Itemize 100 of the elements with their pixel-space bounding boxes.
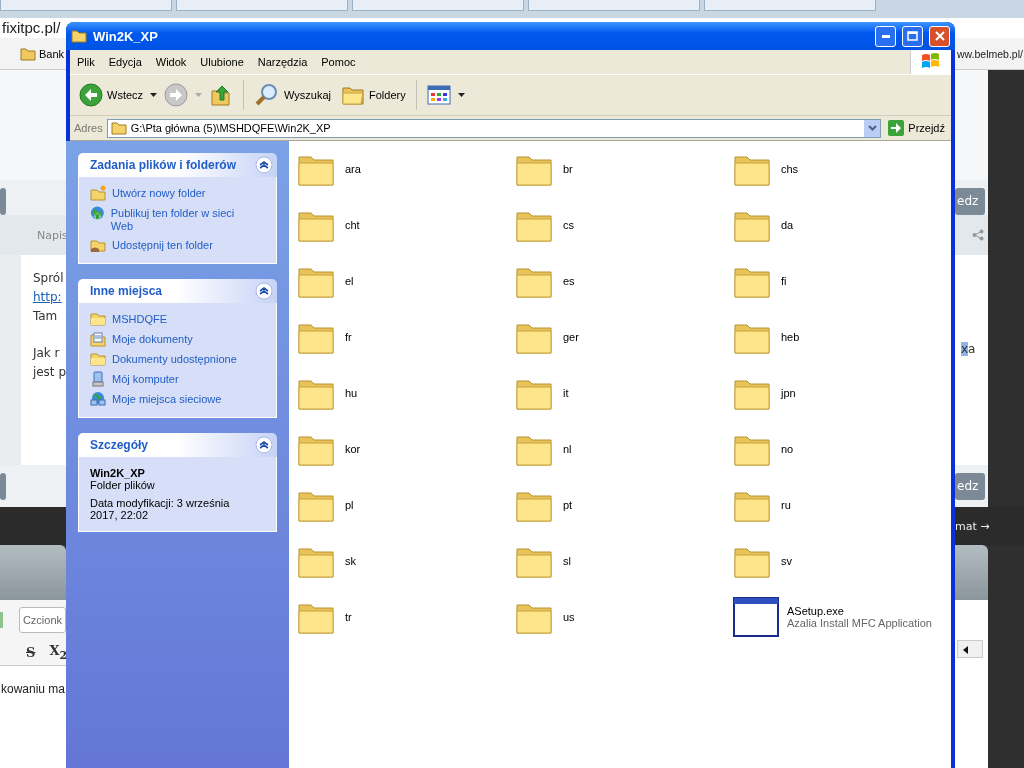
folder-name[interactable]: hu [345,387,358,399]
folder-name[interactable]: fr [345,331,352,343]
menu-item[interactable]: Widok [148,56,194,68]
address-label: Adres [74,122,103,134]
minimize-button[interactable] [875,25,896,47]
task-link[interactable]: MSHDQFE [112,311,167,326]
folder-name[interactable]: us [563,611,575,623]
detail-name: Win2K_XP [90,467,146,479]
menu-item[interactable]: Plik [70,56,102,68]
panel-header[interactable]: Inne miejsca [78,279,277,303]
post-text: Tam [32,309,58,323]
task-link[interactable]: Moje dokumenty [112,331,193,346]
task-link[interactable]: Mój komputer [112,371,179,386]
task-link[interactable]: Publikuj ten folder w sieci Web [110,205,248,233]
panel-header[interactable]: Zadania plików i folderów [78,153,277,177]
format-button[interactable]: X$_{2}$ [49,643,68,662]
folder-icon [71,29,87,43]
forum-button[interactable] [0,188,6,215]
folder-name[interactable]: es [563,275,575,287]
shared-folder-icon [90,237,106,253]
folder-name[interactable]: sk [345,555,356,567]
task-link[interactable]: Udostępnij ten folder [112,237,213,252]
maximize-icon [907,31,918,41]
folders-button[interactable]: Foldery [338,82,409,108]
folder-name[interactable]: heb [781,331,800,343]
task-link[interactable]: Dokumenty udostępnione [112,351,237,366]
detail-modified: Data modyfikacji: 3 września 2017, 22:02 [90,497,231,521]
caret-icon[interactable] [150,93,158,97]
folder-icon [90,311,106,327]
share-icon[interactable] [972,229,984,241]
menu-item[interactable]: Narzędzia [250,56,315,68]
folder-icon [110,121,127,135]
folder-name[interactable]: pt [563,499,573,511]
collapse-icon[interactable] [255,436,273,454]
folder-name[interactable]: ger [563,331,579,343]
folder-name[interactable]: cht [345,219,360,231]
file-description: Azalia Install MFC Application [787,617,932,629]
forum-button[interactable]: edz [955,188,985,215]
file-name[interactable]: ASetup.exe [787,605,932,617]
search-button[interactable]: Wyszukaj [251,81,335,109]
url-text[interactable]: fixitpc.pl/ [2,19,61,36]
folder-name[interactable]: pl [345,499,354,511]
post-link[interactable]: http: [32,290,62,304]
menu-item[interactable]: Ulubione [193,56,251,68]
folder-name[interactable]: it [563,387,569,399]
folder-icon [90,351,106,367]
menu-item[interactable]: Edycja [101,56,149,68]
folder-name[interactable]: da [781,219,794,231]
task-link[interactable]: Moje miejsca sieciowe [112,391,222,406]
scroll-left-button[interactable] [957,640,983,658]
folder-name[interactable]: jpn [781,387,796,399]
detail-type: Folder plików [90,479,156,491]
next-topic-link[interactable]: mat → [955,519,990,533]
format-button[interactable]: S [26,645,36,660]
dropdown-icon[interactable] [867,125,877,131]
post-text: Spról [32,271,64,285]
bookmark-item[interactable]: Bank [39,47,65,60]
folder-name[interactable]: el [345,275,354,287]
editor-text: kowaniu ma [1,682,66,696]
folder-name[interactable]: tr [345,611,352,623]
folder-name[interactable]: ru [781,499,791,511]
folder-name[interactable]: chs [781,163,799,175]
address-field[interactable]: G:\Pta główna (5)\MSHDQFE\Win2K_XP [106,118,882,138]
folder-name[interactable]: sv [781,555,792,567]
go-button[interactable]: Przejdź [885,119,947,137]
maximize-button[interactable] [902,25,923,47]
back-button[interactable]: Wstecz [76,81,147,109]
forum-button[interactable]: edz [955,472,985,500]
editor-header [955,545,988,600]
folder-icon [20,46,36,61]
close-button[interactable] [929,25,950,47]
folder-name[interactable]: no [781,443,794,455]
folder-name[interactable]: ara [345,163,361,175]
folder-name[interactable]: nl [563,443,572,455]
browser-tab[interactable] [176,0,348,11]
collapse-icon[interactable] [255,282,273,300]
collapse-icon[interactable] [255,156,273,174]
folder-name[interactable]: kor [345,443,361,455]
caret-icon[interactable] [457,93,465,97]
folder-name[interactable]: cs [563,219,574,231]
new-folder-icon [90,185,106,201]
menu-item[interactable]: Pomoc [314,56,363,68]
url-text[interactable]: ww.belmeb.pl/ [957,47,1024,60]
task-link[interactable]: Utwórz nowy folder [112,185,206,200]
browser-tab[interactable] [0,0,172,11]
browser-tab[interactable] [704,0,876,11]
views-icon [426,85,451,105]
folder-name[interactable]: br [563,163,573,175]
folder-name[interactable]: sl [563,555,571,567]
post-text: Jak r [32,346,60,360]
window-title: Win2K_XP [93,28,159,44]
browser-tab[interactable] [528,0,700,11]
post-text: jest p [32,365,66,379]
browser-tab[interactable] [352,0,524,11]
font-select[interactable]: Czcionk [18,607,66,633]
folder-name[interactable]: fi [781,275,787,287]
application-icon [733,597,779,637]
panel-header[interactable]: Szczegóły [78,433,277,457]
editor-header [0,545,66,600]
forum-button[interactable] [0,472,6,500]
